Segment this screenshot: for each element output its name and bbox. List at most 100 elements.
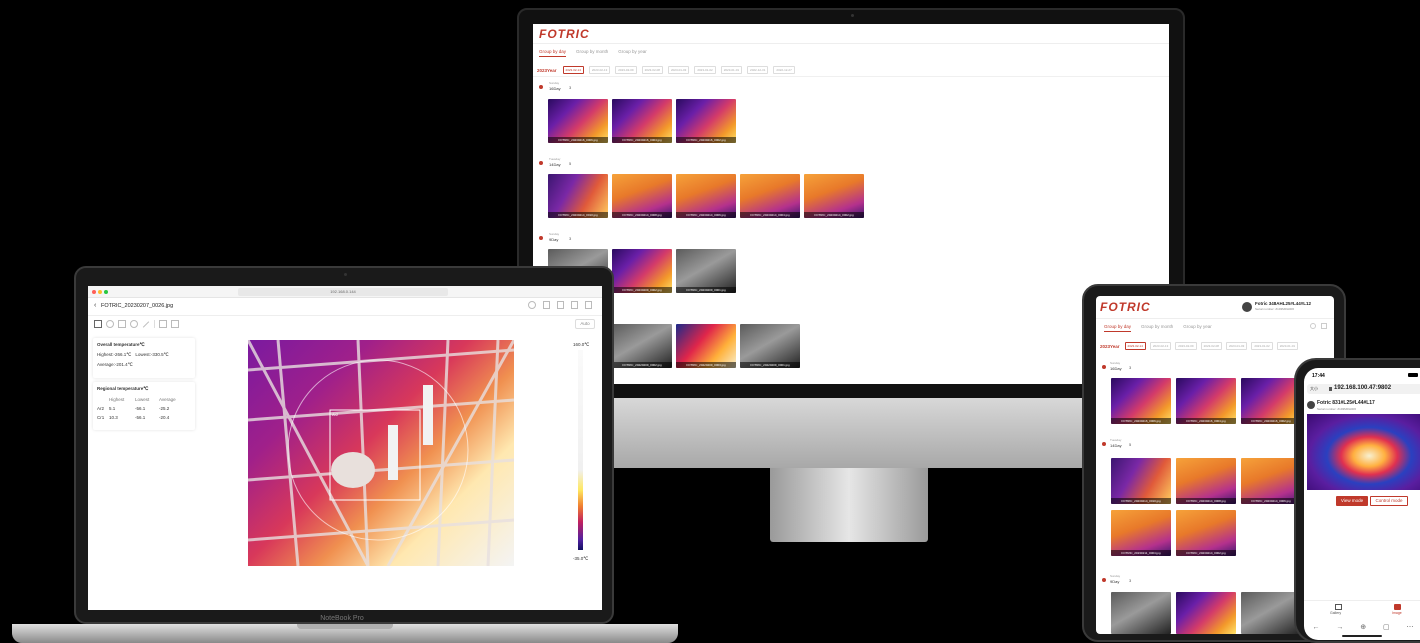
laptop-camera [344, 273, 347, 276]
spot-tool-icon[interactable] [106, 320, 114, 328]
image-icon[interactable] [1394, 604, 1401, 610]
tab-group-by-month[interactable]: Group by month [576, 49, 608, 57]
more-icon[interactable]: ⋯ [1407, 623, 1414, 631]
date-chip[interactable]: 2023-01-03 [667, 66, 690, 74]
select-tool-icon[interactable] [94, 320, 102, 328]
image-thumbnail[interactable]: FOTRIC_20230209_0001.jpg [676, 249, 736, 293]
image-thumbnail[interactable]: FOTRIC_20220209_0003.jpg [676, 324, 736, 368]
date-chip[interactable]: 2023-02-08 [641, 66, 663, 74]
line-tool-icon[interactable] [142, 320, 150, 328]
date-chip[interactable]: 2023-02-14 [1124, 342, 1146, 350]
image-thumbnail[interactable]: FOTRIC_20230216_0006.jpg [548, 99, 608, 143]
tab-group-by-year[interactable]: Group by year [618, 49, 647, 57]
delete-icon[interactable] [557, 301, 564, 309]
minimize-window-icon[interactable] [98, 290, 102, 294]
back-icon[interactable]: ← [1312, 624, 1319, 631]
image-thumbnail[interactable]: FOTRIC_20230216_0002.jpg [676, 99, 736, 143]
thermal-image[interactable]: Ar2 [248, 340, 514, 566]
image-thumbnail[interactable]: FOTRIC_20230214_0002.jpg [804, 174, 864, 218]
maximize-window-icon[interactable] [104, 290, 108, 294]
text-size-button[interactable]: 大小 [1310, 386, 1318, 392]
analysis-toolbar [94, 320, 179, 328]
tab-group-by-day[interactable]: Group by day [1104, 324, 1132, 332]
image-thumbnail[interactable]: FOTRIC_20230209_0002.jpg [612, 249, 672, 293]
info-icon[interactable] [528, 301, 536, 309]
nav-gallery[interactable]: Gallery [1330, 611, 1341, 615]
phone-device-name: Fotric 831#L25#L44#L17 [1317, 400, 1375, 406]
image-thumbnail[interactable]: FOTRIC_20230214_0010.jpg [1111, 458, 1171, 504]
image-thumbnail[interactable]: FOTRIC_20230214_0006.jpg [1241, 458, 1301, 504]
date-chip[interactable]: 2023-01-02 [694, 66, 716, 74]
image-thumbnail[interactable]: FOTRIC_20230216_0002.jpg [1241, 378, 1301, 424]
date-chip[interactable]: 2023-01-01 [1276, 342, 1299, 350]
day-label: Tuesday 14Day [549, 157, 561, 167]
nav-image[interactable]: Image [1392, 611, 1402, 615]
tablet-tabs: Group by day Group by month Group by yea… [1104, 324, 1212, 332]
area-label: Ar2 [332, 412, 339, 417]
phone-serial: Serial number: Z193MRH006 [1317, 407, 1357, 411]
day-label: Sunday 16Day [1110, 361, 1122, 371]
view-mode-button[interactable]: View mode [1336, 496, 1368, 506]
monitor-year-row: 2023Year 2023-02-14 2023-02-13 2023-02-0… [537, 66, 797, 74]
monitor-tabs: Group by day Group by month Group by yea… [539, 49, 647, 57]
header-actions [528, 301, 592, 309]
date-chip[interactable]: 2023-01-03 [1225, 342, 1248, 350]
address-bar[interactable]: 192.168.0.144 [238, 288, 448, 296]
image-thumbnail[interactable]: FOTRIC_20230214_0004.jpg [740, 174, 800, 218]
date-chip[interactable]: 2023-02-08 [1200, 342, 1222, 350]
back-arrow-icon[interactable]: ‹ [94, 302, 96, 309]
date-chip[interactable]: 2023-01-02 [1251, 342, 1273, 350]
image-thumbnail[interactable] [1111, 592, 1171, 634]
fullscreen-icon[interactable] [1321, 323, 1327, 329]
image-thumbnail[interactable]: FOTRIC_20230216_0004.jpg [612, 99, 672, 143]
image-thumbnail[interactable]: FOTRIC_20230216_0004.jpg [1176, 378, 1236, 424]
date-chip[interactable]: 2023-01-01 [720, 66, 743, 74]
image-thumbnail[interactable]: FOTRIC_20230214_0010.jpg [548, 174, 608, 218]
forward-icon[interactable]: → [1336, 624, 1343, 631]
image-thumbnail[interactable]: FOTRIC_20230211_0004.jpg [1111, 510, 1171, 556]
auto-button[interactable]: Auto [575, 319, 595, 329]
date-chip[interactable]: 2022-12-31 [747, 66, 769, 74]
report-tool-icon[interactable] [171, 320, 179, 328]
date-chip[interactable]: 2023-02-09 [615, 66, 637, 74]
tab-group-by-year[interactable]: Group by year [1183, 324, 1212, 332]
date-chip[interactable]: 2023-02-14 [562, 66, 584, 74]
scale-bottom-label: -35.0℃ [573, 556, 589, 561]
gallery-icon[interactable] [1335, 604, 1342, 610]
laptop-base [12, 624, 678, 643]
download-icon[interactable] [571, 301, 578, 309]
date-chip[interactable]: 2023-02-09 [1175, 342, 1197, 350]
save-tool-icon[interactable] [159, 320, 167, 328]
more-icon[interactable] [585, 301, 592, 309]
rectangle-tool-icon[interactable] [118, 320, 126, 328]
date-chip[interactable]: 2023-02-13 [588, 66, 611, 74]
tabs-icon[interactable]: ▢ [1383, 623, 1390, 631]
live-thermal-view[interactable] [1307, 414, 1420, 490]
image-thumbnail[interactable]: FOTRIC_20230214_0006.jpg [676, 174, 736, 218]
image-thumbnail[interactable] [1241, 592, 1301, 634]
url-bar[interactable]: 大小 192.168.100.47:9802 [1307, 384, 1420, 394]
new-tab-icon[interactable]: ⊕ [1360, 623, 1366, 631]
color-scale-bar [578, 350, 583, 550]
image-thumbnail[interactable]: FOTRIC_20220209_0001.jpg [740, 324, 800, 368]
table-row[interactable]: Ar2 5.1 -56.1 -25.2 [97, 406, 191, 411]
date-chip[interactable]: 2022-12-27 [773, 66, 795, 74]
close-window-icon[interactable] [92, 290, 96, 294]
substation-structure [248, 340, 514, 566]
image-thumbnail[interactable]: FOTRIC_20230216_0006.jpg [1111, 378, 1171, 424]
image-thumbnail[interactable]: FOTRIC_20230214_0002.jpg [1176, 510, 1236, 556]
image-thumbnail[interactable]: FOTRIC_20220209_0002.jpg [612, 324, 672, 368]
image-thumbnail[interactable] [1176, 592, 1236, 634]
share-icon[interactable] [543, 301, 550, 309]
image-thumbnail[interactable]: FOTRIC_20230214_0008.jpg [1176, 458, 1236, 504]
image-thumbnail[interactable]: FOTRIC_20230214_0008.jpg [612, 174, 672, 218]
tab-group-by-month[interactable]: Group by month [1141, 324, 1173, 332]
laptop-notch [297, 624, 393, 629]
theme-toggle-icon[interactable] [1310, 323, 1316, 329]
control-mode-button[interactable]: Control mode [1370, 496, 1408, 506]
circle-tool-icon[interactable] [130, 320, 138, 328]
monitor-year-divider [533, 76, 1169, 77]
tab-group-by-day[interactable]: Group by day [539, 49, 567, 57]
table-row[interactable]: Cr1 10.3 -56.1 -20.4 [97, 415, 191, 420]
date-chip[interactable]: 2023-02-13 [1149, 342, 1172, 350]
